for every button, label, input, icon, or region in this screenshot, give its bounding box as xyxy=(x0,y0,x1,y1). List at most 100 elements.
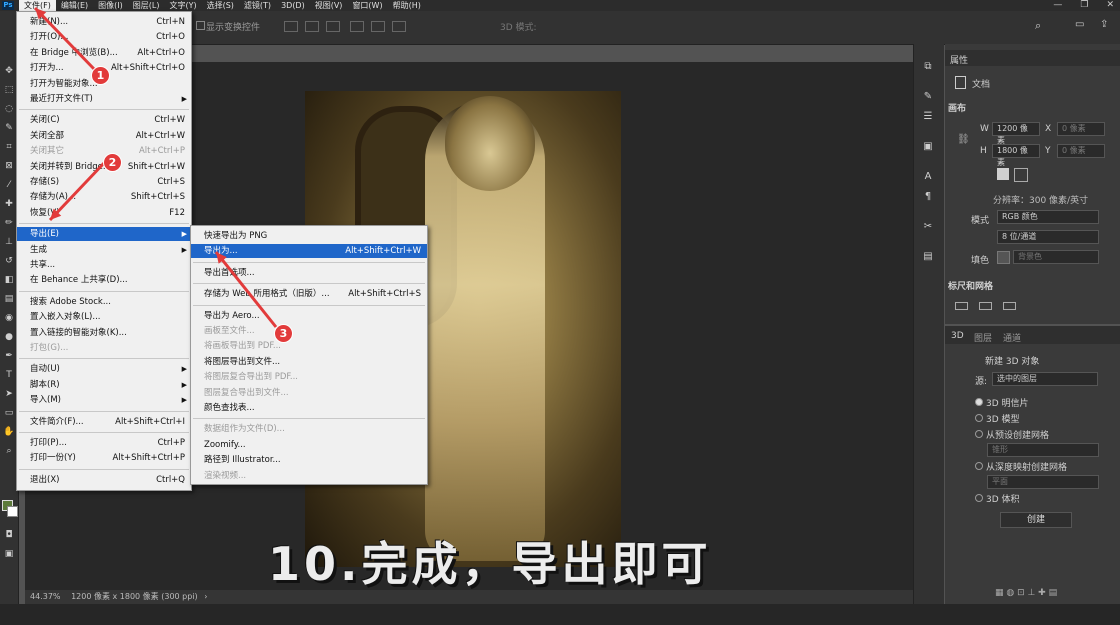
zoom-level[interactable]: 44.37% xyxy=(30,592,61,601)
tab-layers[interactable]: 图层 xyxy=(974,331,992,344)
align-bottom-icon[interactable] xyxy=(392,21,406,32)
pen-tool-icon[interactable]: ✒ xyxy=(3,351,15,361)
marquee-tool-icon[interactable]: ⬚ xyxy=(3,85,15,95)
close-button[interactable]: ✕ xyxy=(1106,0,1114,11)
create-button[interactable]: 创建 xyxy=(1000,512,1072,528)
file_menu-item[interactable]: 退出(X) Ctrl+Q xyxy=(17,473,191,487)
export_menu-item[interactable]: 导出首选项... xyxy=(191,266,427,280)
adjust-panel-icon[interactable]: ☰ xyxy=(919,110,937,124)
restore-button[interactable]: ❐ xyxy=(1080,0,1088,11)
fill-swatch[interactable] xyxy=(997,251,1010,264)
file_menu-item[interactable]: 打印一份(Y) Alt+Shift+Ctrl+P xyxy=(17,451,191,465)
background-color-swatch[interactable] xyxy=(7,506,18,517)
option-postcard[interactable]: 3D 明信片 xyxy=(986,396,1029,409)
export_menu-item[interactable]: 渲染视频... xyxy=(191,469,427,483)
crop-tool-icon[interactable]: ⌗ xyxy=(3,142,15,152)
guides-icon[interactable] xyxy=(1003,302,1016,310)
file_menu-item[interactable]: 文件简介(F)... Alt+Shift+Ctrl+I xyxy=(17,415,191,429)
frame-tool-icon[interactable]: ⊠ xyxy=(3,161,15,171)
zoom-tool-icon[interactable]: ⌕ xyxy=(3,446,15,456)
file_menu-item[interactable]: 关闭全部 Alt+Ctrl+W xyxy=(17,129,191,143)
menu-6[interactable]: 滤镜(T) xyxy=(239,0,276,11)
export_menu-item[interactable]: 存储为 Web 所用格式（旧版）... Alt+Shift+Ctrl+S xyxy=(191,287,427,301)
export_menu-item[interactable]: 导出为 Aero... xyxy=(191,309,427,323)
depth-select[interactable]: 8 位/通道 xyxy=(997,230,1099,244)
rulers-section-title[interactable]: 标尺和网格 xyxy=(948,279,993,292)
option-preset-mesh[interactable]: 从预设创建网格 xyxy=(986,428,1049,441)
file_menu-item[interactable]: 导出(E) ▶ xyxy=(17,227,191,242)
x-field[interactable]: 0 像素 xyxy=(1057,122,1105,136)
mode-select[interactable]: RGB 颜色 xyxy=(997,210,1099,224)
menu-7[interactable]: 3D(D) xyxy=(276,0,310,11)
export_menu-item[interactable]: 将画板导出到 PDF... xyxy=(191,339,427,353)
y-field[interactable]: 0 像素 xyxy=(1057,144,1105,158)
source-select[interactable]: 选中的图层 xyxy=(992,372,1098,386)
option-depth-map[interactable]: 从深度映射创建网格 xyxy=(986,460,1067,473)
file_menu-item[interactable]: 在 Behance 上共享(D)... xyxy=(17,273,191,287)
file_menu-item[interactable]: 打开(O)... Ctrl+O xyxy=(17,30,191,44)
hand-tool-icon[interactable]: ✋ xyxy=(3,427,15,437)
info-panel-icon[interactable]: ▣ xyxy=(919,140,937,154)
export_menu-item[interactable]: 画板至文件... xyxy=(191,324,427,338)
align-top-icon[interactable] xyxy=(350,21,364,32)
search-icon[interactable]: ⌕ xyxy=(1035,19,1041,33)
lasso-tool-icon[interactable]: ◌ xyxy=(3,104,15,114)
brush-panel-icon[interactable]: ✎ xyxy=(919,90,937,104)
menu-9[interactable]: 窗口(W) xyxy=(347,0,387,11)
paragraph-panel-icon[interactable]: ¶ xyxy=(919,190,937,204)
export_menu-item[interactable]: 图层复合导出到文件... xyxy=(191,386,427,400)
minimize-button[interactable]: — xyxy=(1053,0,1062,11)
type-tool-icon[interactable]: T xyxy=(3,370,15,380)
notes-panel-icon[interactable]: ▤ xyxy=(919,250,937,264)
menu-1[interactable]: 编辑(E) xyxy=(56,0,93,11)
file_menu-item[interactable]: 打印(P)... Ctrl+P xyxy=(17,436,191,450)
shape-tool-icon[interactable]: ▭ xyxy=(3,408,15,418)
radio-depth-map[interactable] xyxy=(975,462,983,470)
gradient-tool-icon[interactable]: ▤ xyxy=(3,294,15,304)
width-field[interactable]: 1200 像素 xyxy=(992,122,1040,145)
grid-icon[interactable] xyxy=(979,302,992,310)
path-select-tool-icon[interactable]: ➤ xyxy=(3,389,15,399)
history-brush-tool-icon[interactable]: ↺ xyxy=(3,256,15,266)
ruler-icon[interactable] xyxy=(955,302,968,310)
file_menu-item[interactable]: 存储(S) Ctrl+S xyxy=(17,175,191,189)
brush-tool-icon[interactable]: ✏ xyxy=(3,218,15,228)
link-icon[interactable]: ⛓ xyxy=(957,134,970,145)
quick-select-tool-icon[interactable]: ✎ xyxy=(3,123,15,133)
show-transform-checkbox[interactable] xyxy=(196,21,205,30)
radio-model[interactable] xyxy=(975,414,983,422)
option-volume[interactable]: 3D 体积 xyxy=(986,492,1020,505)
file_menu-item[interactable]: 新建(N)... Ctrl+N xyxy=(17,15,191,29)
file_menu-item[interactable]: 恢复(V) F12 xyxy=(17,206,191,220)
menu-2[interactable]: 图像(I) xyxy=(93,0,128,11)
file_menu-item[interactable]: 最近打开文件(T) ▶ xyxy=(17,92,191,106)
preset-mesh-field[interactable]: 锥形 xyxy=(987,443,1099,457)
height-field[interactable]: 1800 像素 xyxy=(992,144,1040,167)
radio-postcard[interactable] xyxy=(975,398,983,406)
tool-presets-icon[interactable]: ✂ xyxy=(919,220,937,234)
export_menu-item[interactable]: 数据组作为文件(D)... xyxy=(191,422,427,436)
menu-3[interactable]: 图层(L) xyxy=(128,0,165,11)
menu-4[interactable]: 文字(Y) xyxy=(164,0,201,11)
tab-channels[interactable]: 通道 xyxy=(1003,331,1021,344)
properties-tab[interactable]: 属性 xyxy=(950,53,968,66)
blur-tool-icon[interactable]: ◉ xyxy=(3,313,15,323)
tab-3d[interactable]: 3D xyxy=(951,331,964,341)
menu-0[interactable]: 文件(F) xyxy=(19,0,56,11)
landscape-icon[interactable] xyxy=(1014,168,1028,182)
stamp-tool-icon[interactable]: ⊥ xyxy=(3,237,15,247)
file_menu-item[interactable]: 置入链接的智能对象(K)... xyxy=(17,326,191,340)
eraser-tool-icon[interactable]: ◧ xyxy=(3,275,15,285)
file_menu-item[interactable]: 共享... xyxy=(17,258,191,272)
file_menu-item[interactable]: 脚本(R) ▶ xyxy=(17,378,191,392)
export_menu-item[interactable]: 路径到 Illustrator... xyxy=(191,453,427,467)
radio-volume[interactable] xyxy=(975,494,983,502)
eyedropper-tool-icon[interactable]: ⁄ xyxy=(3,180,15,190)
export_menu-item[interactable]: 导出为... Alt+Shift+Ctrl+W xyxy=(191,244,427,259)
file_menu-item[interactable]: 打包(G)... xyxy=(17,341,191,355)
menu-5[interactable]: 选择(S) xyxy=(202,0,239,11)
fill-select[interactable]: 背景色 xyxy=(1013,250,1099,264)
file_menu-item[interactable]: 导入(M) ▶ xyxy=(17,393,191,407)
depth-map-field[interactable]: 平面 xyxy=(987,475,1099,489)
healing-tool-icon[interactable]: ✚ xyxy=(3,199,15,209)
